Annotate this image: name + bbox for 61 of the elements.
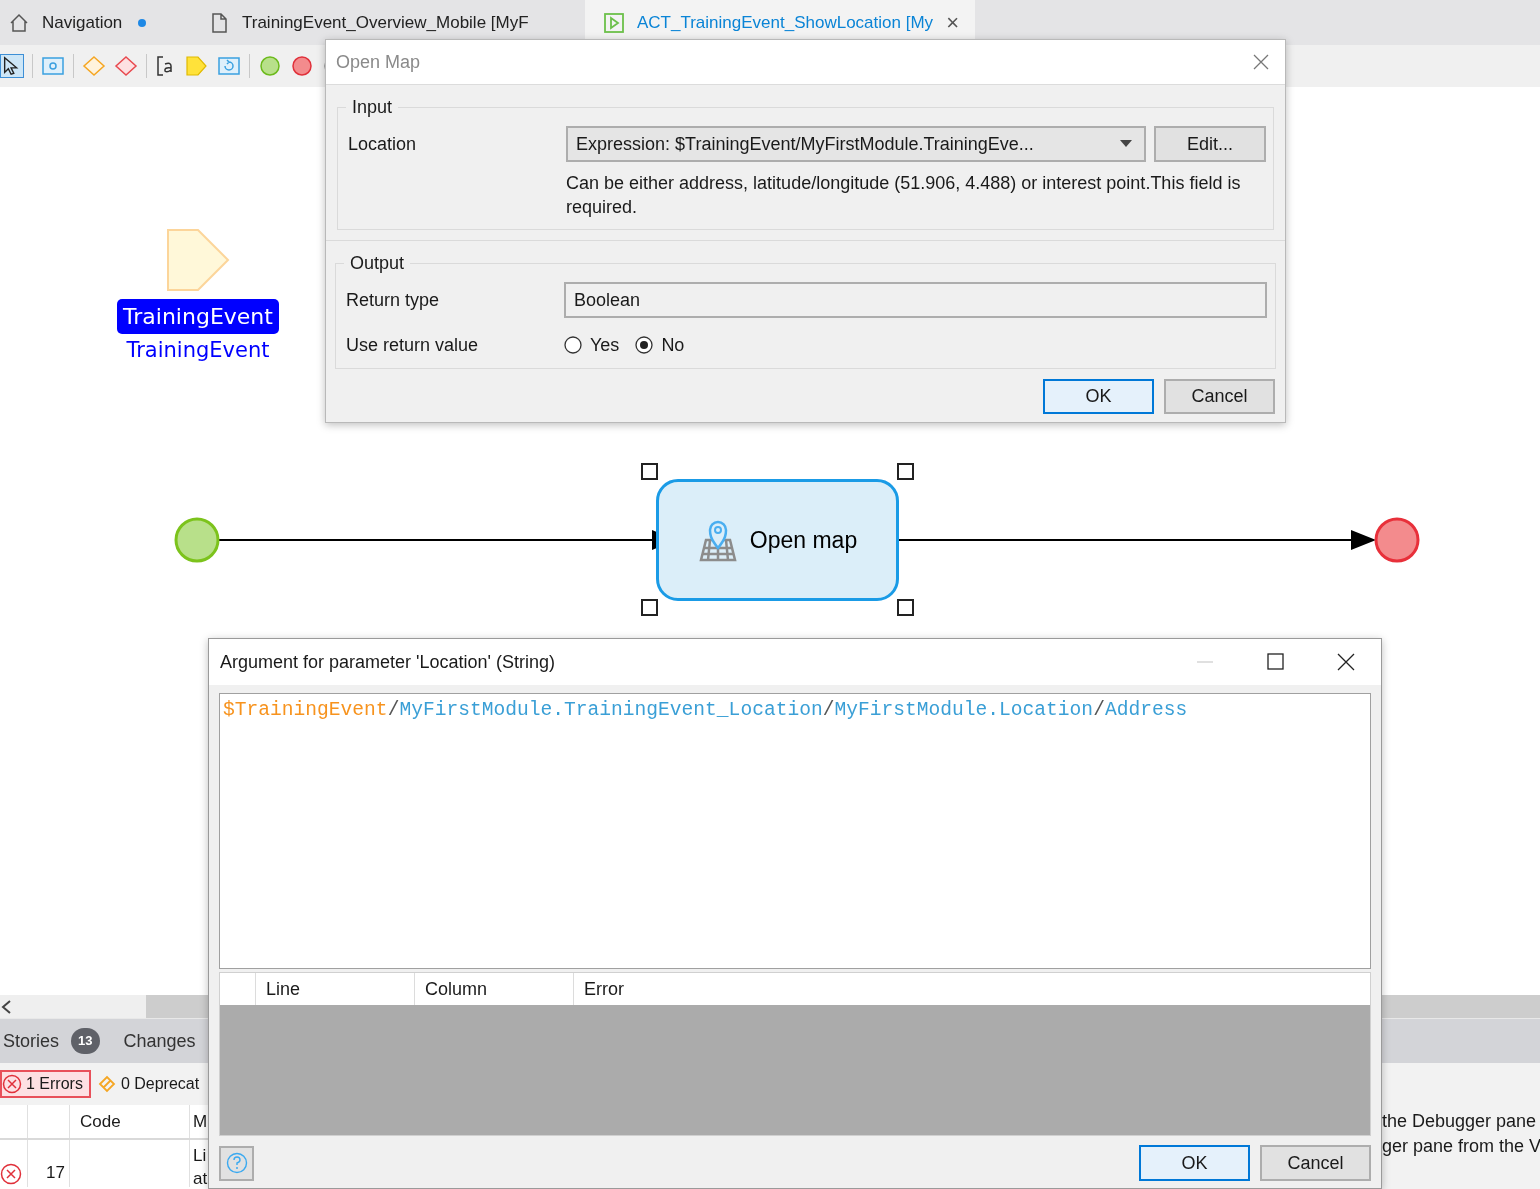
start-event-icon[interactable] — [258, 54, 282, 78]
expression-editor[interactable]: $TrainingEvent/MyFirstModule.TrainingEvent_Location/MyFirstModule.Location/Address — [219, 693, 1371, 969]
ok-button[interactable]: OK — [1043, 379, 1154, 414]
radio-option[interactable]: No — [635, 331, 685, 359]
column-header[interactable]: Column — [425, 975, 488, 1003]
filter-toggle[interactable]: 1 Errors — [0, 1070, 91, 1098]
field-label: Return type — [346, 288, 441, 312]
radio-option[interactable]: Yes — [564, 331, 620, 359]
column-header[interactable]: Line — [266, 975, 301, 1003]
return-type-field[interactable]: Boolean — [564, 282, 1267, 318]
line-number: 17 — [46, 1161, 65, 1184]
location-dropdown[interactable]: Expression: $TrainingEvent/MyFirstModule.TrainingEve... — [566, 126, 1146, 162]
parameter-type-badge: TrainingEvent — [117, 299, 279, 334]
end-event[interactable] — [1374, 517, 1420, 563]
radio-button[interactable] — [564, 336, 582, 354]
activity-box[interactable]: Open map — [656, 479, 899, 601]
ok-button[interactable]: OK — [1139, 1145, 1250, 1181]
filter-toggle[interactable]: 0 Deprecat — [94, 1070, 208, 1098]
dialog-title: Argument for parameter 'Location' (String) — [220, 650, 556, 674]
message-text: Li — [193, 1145, 208, 1167]
deprecation-icon — [96, 1074, 117, 1094]
panel-tab[interactable]: Changes — [123, 1027, 196, 1055]
cancel-button[interactable]: Cancel — [1260, 1145, 1371, 1181]
count-badge: 13 — [71, 1028, 100, 1054]
activity-icon[interactable] — [41, 54, 65, 78]
cancel-button[interactable]: Cancel — [1164, 379, 1275, 414]
help-icon — [225, 1152, 248, 1174]
pointer-icon[interactable] — [0, 54, 24, 78]
home-icon — [8, 11, 30, 34]
map-pin-icon — [697, 518, 738, 562]
help-button[interactable] — [219, 1145, 254, 1181]
help-text: Can be either address, latitude/longitude (51.906, 4.488) or interest point.This field is required. — [566, 172, 1242, 219]
edit-button[interactable]: Edit... — [1154, 126, 1266, 162]
loop-icon[interactable] — [217, 54, 241, 78]
column-header[interactable]: M — [193, 1108, 208, 1135]
error-icon — [0, 1163, 22, 1185]
maximize-icon[interactable] — [1267, 653, 1285, 671]
editor-tab[interactable]: Navigation — [0, 0, 190, 45]
radio-button[interactable] — [635, 336, 654, 354]
resize-handle[interactable] — [641, 463, 658, 480]
message-text: at — [193, 1168, 208, 1189]
details-text: the Debugger pane — [1382, 1110, 1538, 1133]
close-button[interactable]: × — [946, 11, 959, 34]
start-event[interactable] — [174, 517, 220, 563]
editor-tab[interactable]: TrainingEvent_Overview_Mobile [MyF — [190, 0, 585, 45]
resize-handle[interactable] — [897, 599, 914, 616]
error-icon — [2, 1074, 22, 1094]
caret-icon — [1120, 140, 1132, 148]
play-icon — [603, 11, 625, 34]
merge-icon[interactable] — [114, 54, 138, 78]
end-event-icon[interactable] — [290, 54, 314, 78]
column-header[interactable]: Code — [80, 1108, 121, 1135]
parameter-name: TrainingEvent — [125, 337, 271, 364]
resize-handle[interactable] — [641, 599, 658, 616]
panel-tab[interactable]: Stories 13 — [3, 1027, 100, 1055]
dialog-title: Open Map — [336, 50, 421, 74]
field-label: Use return value — [346, 333, 480, 357]
field-label: Location — [348, 132, 418, 156]
close-icon[interactable] — [1337, 653, 1355, 671]
resize-handle[interactable] — [897, 463, 914, 480]
column-header[interactable]: Error — [584, 975, 624, 1003]
